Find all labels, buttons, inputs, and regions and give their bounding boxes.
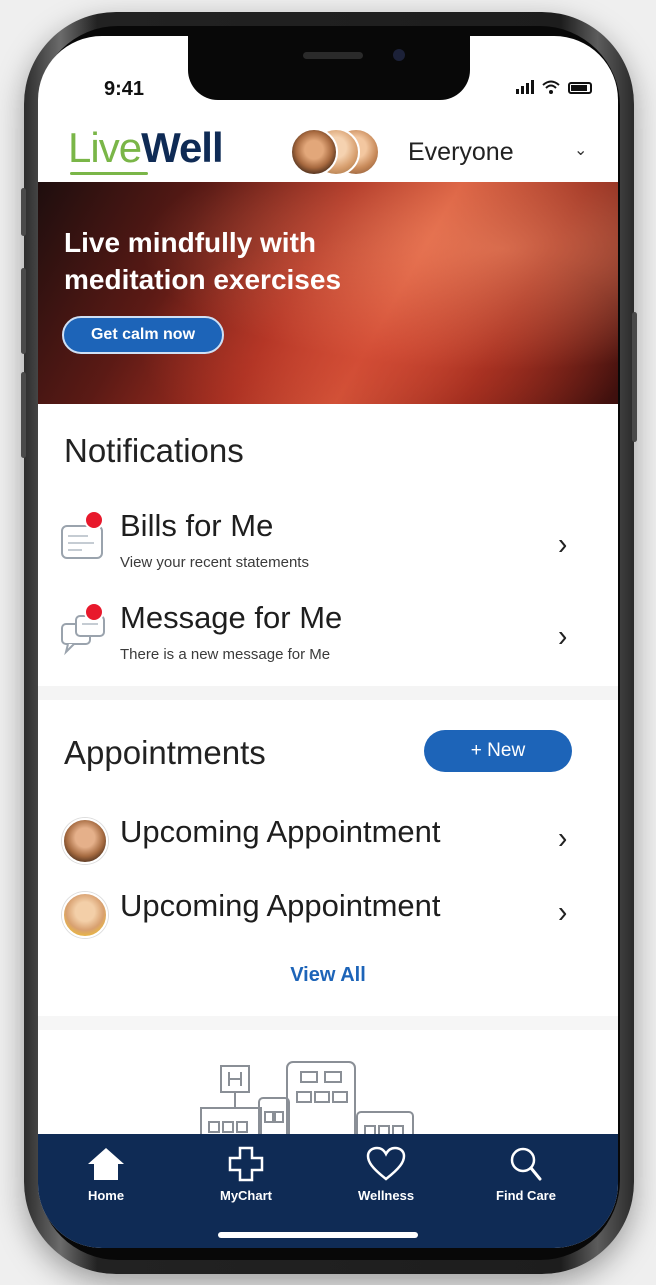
appointment-title: Upcoming Appointment (120, 888, 441, 923)
avatar (290, 128, 338, 176)
view-all-link[interactable]: View All (38, 964, 618, 987)
section-divider (38, 686, 618, 700)
app-header: LiveWell Everyone ⌄ (38, 118, 618, 182)
app-screen: 9:41 LiveWell Everyone ⌄ Live mindfully … (38, 36, 618, 1248)
meditation-banner[interactable]: Live mindfully with meditation exercises… (38, 182, 618, 404)
status-icons (516, 80, 592, 94)
appointment-row[interactable]: Upcoming Appointment › (38, 884, 618, 944)
tab-mychart[interactable]: MyChart (186, 1146, 306, 1203)
notification-bills-row[interactable]: Bills for Me View your recent statements… (38, 506, 618, 586)
message-icon (58, 602, 108, 658)
tab-label: Find Care (496, 1188, 556, 1203)
volume-up-button (21, 268, 26, 354)
tab-home[interactable]: Home (46, 1146, 166, 1203)
tab-label: Wellness (357, 1188, 415, 1203)
home-indicator[interactable] (218, 1232, 418, 1238)
battery-icon (568, 82, 592, 94)
get-calm-button[interactable]: Get calm now (62, 316, 224, 354)
chevron-down-icon[interactable]: ⌄ (574, 140, 587, 160)
appointment-title: Upcoming Appointment (120, 814, 441, 849)
profile-selector[interactable]: Everyone (408, 138, 514, 167)
appointments-title: Appointments (64, 734, 266, 771)
appointment-row[interactable]: Upcoming Appointment › (38, 810, 618, 870)
notification-title: Bills for Me (120, 508, 274, 543)
mychart-cross-icon (228, 1146, 264, 1182)
notification-title: Message for Me (120, 600, 343, 635)
status-time: 9:41 (104, 78, 145, 100)
wifi-icon (542, 80, 560, 94)
home-icon (88, 1148, 124, 1180)
chevron-right-icon: › (558, 894, 568, 929)
bill-icon (58, 510, 108, 566)
logo-well: Well (141, 124, 224, 171)
chevron-right-icon: › (558, 526, 568, 561)
tab-wellness[interactable]: Wellness (326, 1146, 446, 1203)
tab-label: MyChart (219, 1188, 272, 1203)
new-appointment-button[interactable]: + New (424, 730, 572, 772)
power-button (632, 312, 637, 442)
notification-subtitle: There is a new message for Me (120, 646, 331, 663)
front-camera (393, 49, 405, 61)
mute-switch (21, 188, 26, 236)
speaker-grille (303, 52, 363, 59)
logo-live: Live (68, 124, 142, 171)
heart-icon (366, 1146, 406, 1181)
avatar (62, 892, 108, 938)
signal-icon (516, 80, 534, 94)
section-divider (38, 1016, 618, 1030)
tab-find-care[interactable]: Find Care (466, 1146, 586, 1203)
banner-title: Live mindfully with meditation exercises (64, 227, 342, 295)
notification-message-row[interactable]: Message for Me There is a new message fo… (38, 598, 618, 678)
volume-down-button (21, 372, 26, 458)
profile-avatars[interactable] (288, 126, 384, 178)
chevron-right-icon: › (558, 618, 568, 653)
notification-subtitle: View your recent statements (120, 554, 309, 571)
chevron-right-icon: › (558, 820, 568, 855)
hospital-illustration-icon (200, 1061, 414, 1136)
search-icon (510, 1147, 542, 1181)
avatar (62, 818, 108, 864)
livewell-logo[interactable]: LiveWell (68, 124, 224, 172)
tab-label: Home (87, 1188, 125, 1203)
notification-badge (84, 602, 104, 622)
notch (188, 36, 470, 100)
bottom-tab-bar: Home MyChart Wellness Find Care (38, 1134, 618, 1248)
logo-underline (70, 172, 148, 175)
notification-badge (84, 510, 104, 530)
notifications-title: Notifications (64, 432, 244, 469)
